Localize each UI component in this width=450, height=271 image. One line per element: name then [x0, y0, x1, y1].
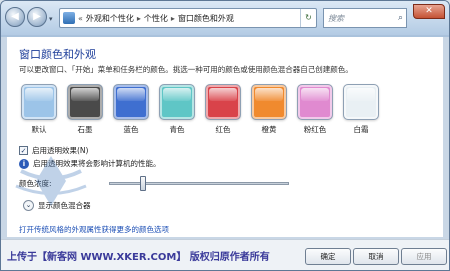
- ok-button[interactable]: 确定: [305, 248, 351, 265]
- color-swatch-label: 白霜: [353, 125, 369, 134]
- color-swatch[interactable]: 默认: [19, 84, 59, 135]
- search-box[interactable]: 搜索 ⌕: [323, 8, 407, 28]
- color-intensity-slider[interactable]: [109, 176, 289, 191]
- breadcrumb-window-color[interactable]: 窗口颜色和外观: [178, 13, 234, 24]
- classic-appearance-link[interactable]: 打开传统风格的外观属性获得更多的颜色选项: [19, 224, 169, 235]
- color-swatch[interactable]: 蓝色: [111, 84, 151, 135]
- color-swatch-tile[interactable]: [159, 84, 195, 120]
- color-swatch[interactable]: 青色: [157, 84, 197, 135]
- upload-banner: 上传于【新客网 WWW.XKER.COM】 版权归原作者所有: [7, 252, 270, 263]
- watermark-logo: [15, 156, 87, 206]
- color-swatch-tile[interactable]: [67, 84, 103, 120]
- color-swatch-tile[interactable]: [251, 84, 287, 120]
- color-swatch-label: 默认: [31, 125, 47, 134]
- cancel-button[interactable]: 取消: [353, 248, 399, 265]
- apply-button[interactable]: 应用: [401, 248, 447, 265]
- page-title: 窗口颜色和外观: [19, 48, 96, 61]
- breadcrumb-personalization[interactable]: 个性化: [144, 13, 168, 24]
- search-icon[interactable]: ⌕: [398, 13, 403, 23]
- breadcrumb-separator[interactable]: ▸: [137, 14, 141, 23]
- search-placeholder: 搜索: [328, 13, 344, 23]
- navigation-bar: ◀ ▶ ▾ « 外观和个性化 ▸ 个性化 ▸ 窗口颜色和外观 ↻ 搜索 ⌕ ✕: [1, 1, 449, 35]
- address-bar[interactable]: « 外观和个性化 ▸ 个性化 ▸ 窗口颜色和外观 ↻: [59, 8, 317, 28]
- color-swatch-label: 红色: [215, 125, 231, 134]
- color-swatch-tile[interactable]: [205, 84, 241, 120]
- close-button[interactable]: ✕: [413, 4, 445, 19]
- back-button[interactable]: ◀: [5, 7, 25, 27]
- color-swatch[interactable]: 石墨: [65, 84, 105, 135]
- color-intensity-thumb[interactable]: [140, 176, 146, 191]
- breadcrumb-appearance[interactable]: 外观和个性化: [86, 13, 134, 24]
- color-swatch[interactable]: 粉红色: [295, 84, 335, 135]
- breadcrumb-separator[interactable]: ▸: [171, 14, 175, 23]
- color-swatch-tile[interactable]: [113, 84, 149, 120]
- refresh-icon[interactable]: ↻: [300, 9, 316, 27]
- color-swatch-label: 青色: [169, 125, 185, 134]
- color-swatch[interactable]: 红色: [203, 84, 243, 135]
- recent-pages-dropdown[interactable]: ▾: [49, 15, 53, 23]
- page-description: 可以更改窗口、「开始」菜单和任务栏的颜色。挑选一种可用的颜色或使用颜色混合器自己…: [19, 65, 353, 74]
- color-swatch-label: 粉红色: [303, 125, 327, 134]
- color-swatch-tile[interactable]: [21, 84, 57, 120]
- color-swatch[interactable]: 白霜: [341, 84, 381, 135]
- breadcrumb-overflow[interactable]: «: [78, 14, 83, 23]
- color-swatch-label: 石墨: [77, 125, 93, 134]
- color-swatch-label: 橙黄: [261, 125, 277, 134]
- color-swatch-list: 默认 石墨 蓝色 青色 红色 橙黄 粉红色 白霜: [19, 84, 431, 135]
- control-panel-icon: [63, 12, 75, 24]
- color-swatch[interactable]: 橙黄: [249, 84, 289, 135]
- color-swatch-label: 蓝色: [123, 125, 139, 134]
- forward-button[interactable]: ▶: [27, 7, 47, 27]
- window: ◀ ▶ ▾ « 外观和个性化 ▸ 个性化 ▸ 窗口颜色和外观 ↻ 搜索 ⌕ ✕ …: [0, 0, 450, 271]
- color-swatch-tile[interactable]: [343, 84, 379, 120]
- color-swatch-tile[interactable]: [297, 84, 333, 120]
